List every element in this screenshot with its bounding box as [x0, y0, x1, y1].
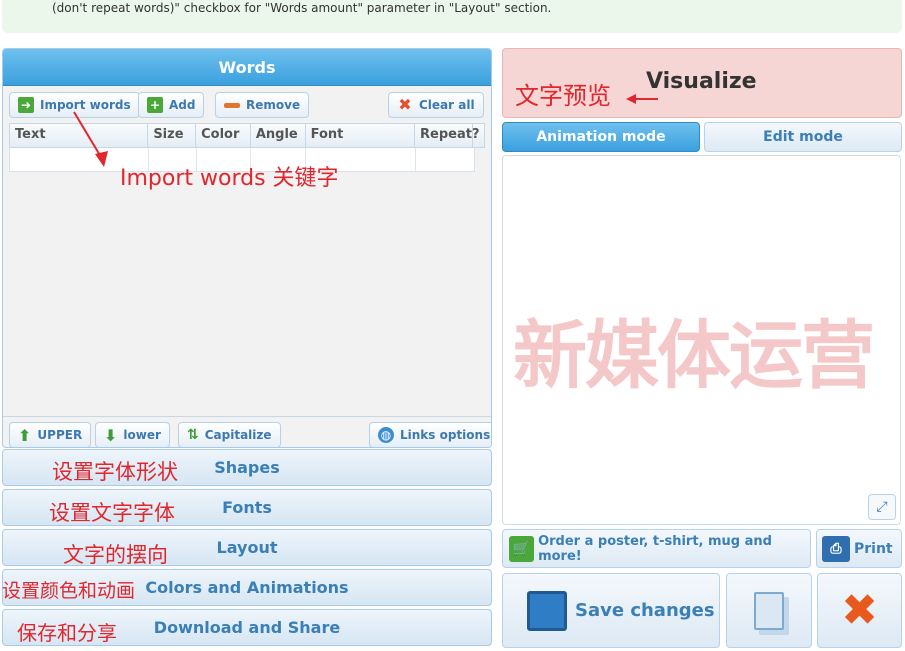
word-cloud-preview[interactable]: 新媒体运营 ⤢ [502, 155, 901, 525]
close-icon: ✖ [398, 95, 412, 114]
colors-label: Colors and Animations [145, 578, 349, 597]
lower-label: lower [123, 428, 161, 442]
animation-mode-label: Animation mode [536, 129, 666, 145]
upper-label: UPPER [37, 428, 83, 442]
arrow-down-icon: ⬇ [104, 425, 118, 445]
import-icon: ➜ [18, 97, 34, 113]
annotation-layout: 文字的摆向 [63, 543, 168, 567]
save-changes-button[interactable]: Save changes [502, 573, 720, 648]
column-angle[interactable]: Angle [251, 124, 306, 147]
add-label: Add [169, 98, 196, 112]
links-options-button[interactable]: ◍ Links options [369, 422, 491, 447]
annotation-visualize: 文字预览 [515, 82, 611, 110]
word-cloud-image: 新媒体运营 [513, 313, 875, 399]
info-notice: (don't repeat words)" checkbox for "Word… [2, 0, 902, 33]
capitalize-button[interactable]: ⇅ Capitalize [178, 422, 281, 447]
close-editor-button[interactable]: ✖ [817, 573, 902, 648]
import-words-button[interactable]: ➜ Import words [9, 92, 140, 118]
print-label: Print [854, 540, 893, 557]
annotation-fonts: 设置文字字体 [49, 501, 175, 525]
copy-button[interactable] [726, 573, 812, 648]
annotation-download: 保存和分享 [17, 621, 117, 645]
minus-icon [224, 102, 240, 108]
edit-mode-label: Edit mode [763, 129, 843, 145]
column-repeat[interactable]: Repeat? [415, 124, 480, 147]
remove-label: Remove [246, 98, 301, 112]
capitalize-label: Capitalize [204, 428, 272, 442]
words-table-header: Text Size Color Angle Font Repeat? [9, 123, 485, 148]
annotation-shapes: 设置字体形状 [52, 460, 178, 484]
order-merch-button[interactable]: 🛒 Order a poster, t-shirt, mug and more! [502, 529, 811, 568]
globe-icon: ◍ [378, 427, 394, 443]
visualize-label: Visualize [646, 69, 757, 94]
shapes-label: Shapes [214, 458, 280, 477]
uppercase-button[interactable]: ⬆ UPPER [9, 422, 92, 447]
copy-icon [754, 591, 784, 630]
column-font[interactable]: Font [306, 124, 416, 147]
close-icon: ✖ [841, 585, 878, 636]
tab-edit-mode[interactable]: Edit mode [704, 122, 902, 152]
column-size[interactable]: Size [148, 124, 197, 147]
tab-animation-mode[interactable]: Animation mode [502, 122, 700, 152]
import-words-label: Import words [40, 98, 131, 112]
printer-icon: ⎙ [822, 535, 850, 562]
clear-all-label: Clear all [419, 98, 475, 112]
notice-text: (don't repeat words)" checkbox for "Word… [52, 1, 552, 15]
floppy-disk-icon [527, 590, 567, 631]
words-panel: Words ➜ Import words + Add Remove ✖ Clea… [2, 48, 492, 448]
clear-all-button[interactable]: ✖ Clear all [388, 92, 484, 118]
add-word-button[interactable]: + Add [138, 92, 205, 118]
print-button[interactable]: ⎙ Print [816, 529, 902, 568]
words-panel-header[interactable]: Words [3, 49, 491, 86]
fonts-label: Fonts [222, 498, 272, 517]
word-cloud-editor: (don't repeat words)" checkbox for "Word… [0, 0, 905, 651]
save-label: Save changes [575, 600, 715, 621]
fullscreen-icon[interactable]: ⤢ [868, 494, 896, 520]
annotation-colors: 设置颜色和动画 [2, 580, 136, 602]
lowercase-button[interactable]: ⬇ lower [95, 422, 170, 447]
remove-word-button[interactable]: Remove [215, 92, 310, 118]
links-options-label: Links options [400, 428, 491, 442]
case-toolbar: ⬆ UPPER ⬇ lower ⇅ Capitalize ◍ Links opt… [3, 416, 491, 447]
words-panel-title: Words [218, 57, 276, 77]
column-text[interactable]: Text [10, 124, 149, 147]
download-label: Download and Share [153, 618, 341, 637]
annotation-import-words: Import words 关键字 [120, 166, 339, 191]
scrollbar-header [473, 124, 484, 147]
up-down-arrows-icon: ⇅ [187, 427, 199, 443]
order-label: Order a poster, t-shirt, mug and more! [538, 533, 772, 564]
shopping-cart-icon: 🛒 [509, 535, 535, 562]
layout-label: Layout [216, 538, 278, 557]
plus-icon: + [147, 97, 163, 113]
arrow-up-icon: ⬆ [18, 425, 32, 445]
column-color[interactable]: Color [196, 124, 251, 147]
